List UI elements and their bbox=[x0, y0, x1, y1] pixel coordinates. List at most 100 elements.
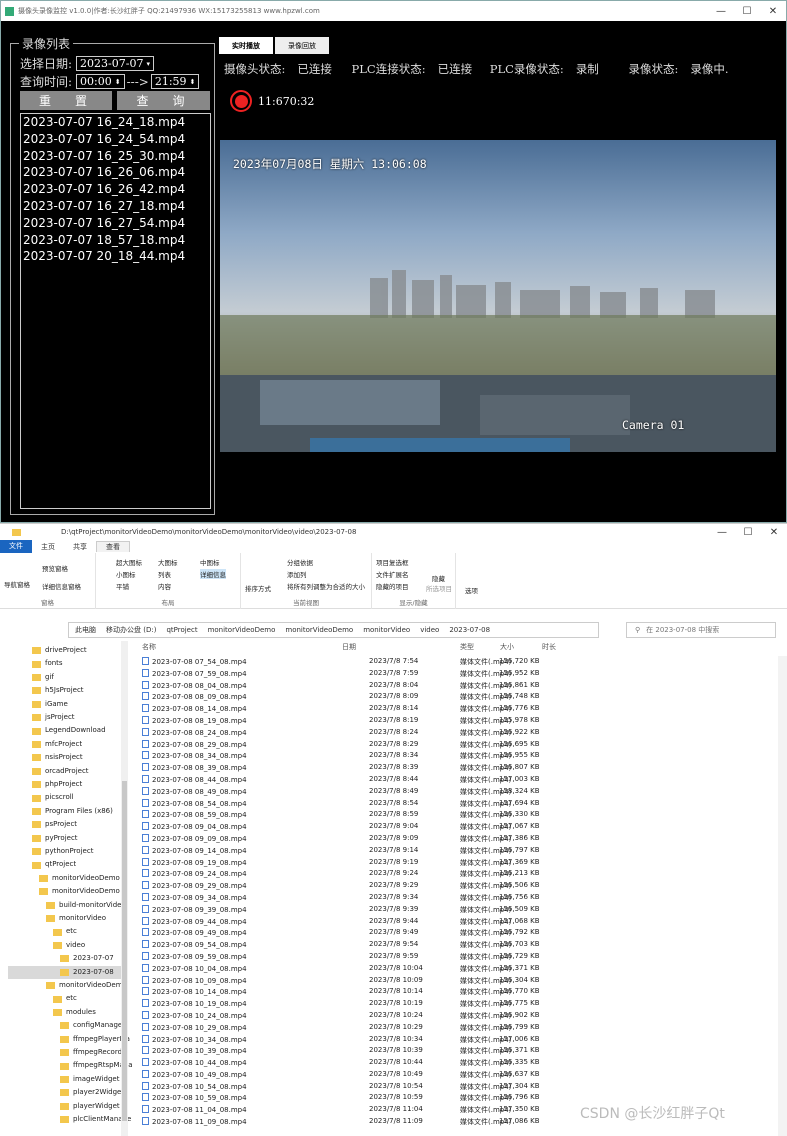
list-item[interactable]: 2023-07-07 20_18_44.mp4 bbox=[21, 248, 210, 265]
tree-item[interactable]: fonts bbox=[32, 657, 63, 670]
list-item[interactable]: 2023-07-07 16_26_42.mp4 bbox=[21, 181, 210, 198]
tab-view[interactable]: 查看 bbox=[96, 541, 130, 552]
tree-item[interactable]: pyProject bbox=[32, 832, 78, 845]
table-row[interactable]: 2023-07-08 07_59_08.mp4 2023/7/8 7:59 媒体文件… bbox=[138, 668, 778, 680]
item-checkbox-toggle[interactable]: 项目复选框 bbox=[376, 557, 409, 567]
tree-item[interactable]: etc bbox=[53, 925, 77, 938]
col-name[interactable]: 名称 bbox=[142, 642, 156, 652]
tree-item[interactable]: picscroll bbox=[32, 791, 74, 804]
tree-item[interactable]: video bbox=[53, 939, 85, 952]
time-from-input[interactable]: 00:00 ⬍ bbox=[76, 74, 125, 89]
tree-item[interactable]: monitorVideoDemo bbox=[46, 979, 127, 992]
table-row[interactable]: 2023-07-08 10_14_08.mp4 2023/7/8 10:14 媒体文… bbox=[138, 986, 778, 998]
table-row[interactable]: 2023-07-08 08_54_08.mp4 2023/7/8 8:54 媒体文件… bbox=[138, 798, 778, 810]
tree-item[interactable]: monitorVideo bbox=[46, 912, 106, 925]
table-row[interactable]: 2023-07-08 09_29_08.mp4 2023/7/8 9:29 媒体文件… bbox=[138, 880, 778, 892]
details-pane-button[interactable]: 详细信息窗格 bbox=[42, 581, 81, 591]
tree-item[interactable]: LegendDownload bbox=[32, 724, 106, 737]
tree-item[interactable]: nsisProject bbox=[32, 751, 83, 764]
table-row[interactable]: 2023-07-08 09_14_08.mp4 2023/7/8 9:14 媒体文件… bbox=[138, 845, 778, 857]
tab-file[interactable]: 文件 bbox=[0, 540, 32, 553]
table-row[interactable]: 2023-07-08 09_54_08.mp4 2023/7/8 9:54 媒体文件… bbox=[138, 939, 778, 951]
video-file-list[interactable]: 2023-07-07 16_24_18.mp4 2023-07-07 16_24_… bbox=[20, 113, 211, 509]
breadcrumb-item[interactable]: qtProject bbox=[166, 626, 197, 634]
tab-live[interactable]: 实时播放 bbox=[219, 37, 273, 54]
nav-scrollbar[interactable] bbox=[121, 641, 128, 1136]
tree-item[interactable]: orcadProject bbox=[32, 765, 89, 778]
extension-toggle[interactable]: 文件扩展名 bbox=[376, 569, 409, 579]
table-row[interactable]: 2023-07-08 10_04_08.mp4 2023/7/8 10:04 媒体文… bbox=[138, 963, 778, 975]
list-item[interactable]: 2023-07-07 16_24_54.mp4 bbox=[21, 131, 210, 148]
tree-item[interactable]: monitorVideoDemo bbox=[39, 885, 120, 898]
tab-home[interactable]: 主页 bbox=[32, 542, 64, 552]
breadcrumb-item[interactable]: video bbox=[420, 626, 439, 634]
maximize-icon[interactable]: ☐ bbox=[734, 6, 760, 17]
table-row[interactable]: 2023-07-08 09_04_08.mp4 2023/7/8 9:04 媒体文件… bbox=[138, 821, 778, 833]
large-icons-option[interactable]: 大图标 bbox=[158, 557, 178, 567]
close-icon[interactable]: ✕ bbox=[761, 527, 787, 538]
table-row[interactable]: 2023-07-08 08_14_08.mp4 2023/7/8 8:14 媒体文件… bbox=[138, 703, 778, 715]
list-item[interactable]: 2023-07-07 16_24_18.mp4 bbox=[21, 114, 210, 131]
tree-item[interactable]: imageWidget bbox=[60, 1073, 119, 1086]
list-item[interactable]: 2023-07-07 16_27_54.mp4 bbox=[21, 215, 210, 232]
tab-share[interactable]: 共享 bbox=[64, 542, 96, 552]
table-row[interactable]: 2023-07-08 10_09_08.mp4 2023/7/8 10:09 媒体文… bbox=[138, 975, 778, 987]
details-option[interactable]: 详细信息 bbox=[200, 569, 226, 579]
tree-item[interactable]: jsProject bbox=[32, 711, 75, 724]
search-input[interactable]: ⚲ 在 2023-07-08 中搜索 bbox=[626, 622, 776, 638]
tab-playback[interactable]: 录像回放 bbox=[275, 37, 329, 54]
table-row[interactable]: 2023-07-08 08_49_08.mp4 2023/7/8 8:49 媒体文件… bbox=[138, 786, 778, 798]
minimize-icon[interactable]: — bbox=[708, 6, 734, 17]
table-row[interactable]: 2023-07-08 08_24_08.mp4 2023/7/8 8:24 媒体文件… bbox=[138, 727, 778, 739]
col-size[interactable]: 大小 bbox=[500, 642, 514, 652]
table-row[interactable]: 2023-07-08 10_24_08.mp4 2023/7/8 10:24 媒体文… bbox=[138, 1010, 778, 1022]
tree-item[interactable]: gif bbox=[32, 671, 54, 684]
table-row[interactable]: 2023-07-08 09_34_08.mp4 2023/7/8 9:34 媒体文件… bbox=[138, 892, 778, 904]
table-row[interactable]: 2023-07-08 08_04_08.mp4 2023/7/8 8:04 媒体文件… bbox=[138, 680, 778, 692]
col-date[interactable]: 日期 bbox=[342, 642, 356, 652]
time-to-input[interactable]: 21:59 ⬍ bbox=[150, 74, 200, 89]
breadcrumb-item[interactable]: 2023-07-08 bbox=[449, 626, 490, 634]
list-item[interactable]: 2023-07-07 16_26_06.mp4 bbox=[21, 164, 210, 181]
table-row[interactable]: 2023-07-08 09_59_08.mp4 2023/7/8 9:59 媒体文件… bbox=[138, 951, 778, 963]
breadcrumb-item[interactable]: 移动办公盘 (D:) bbox=[106, 625, 156, 635]
tree-item[interactable]: Program Files (x86) bbox=[32, 805, 113, 818]
tree-item[interactable]: qtProject bbox=[32, 858, 76, 871]
navigation-tree[interactable]: driveProject fonts gif h5JsProject iGame jsPr… bbox=[0, 641, 133, 1136]
breadcrumb-item[interactable]: 此电脑 bbox=[75, 625, 96, 635]
nav-pane-button[interactable]: 导航窗格 bbox=[4, 579, 30, 589]
table-row[interactable]: 2023-07-08 09_09_08.mp4 2023/7/8 9:09 媒体文件… bbox=[138, 833, 778, 845]
table-row[interactable]: 2023-07-08 08_09_08.mp4 2023/7/8 8:09 媒体文件… bbox=[138, 691, 778, 703]
reset-button[interactable]: 重 置 bbox=[20, 91, 112, 110]
list-item[interactable]: 2023-07-07 16_27_18.mp4 bbox=[21, 198, 210, 215]
table-row[interactable]: 2023-07-08 08_34_08.mp4 2023/7/8 8:34 媒体文件… bbox=[138, 750, 778, 762]
table-row[interactable]: 2023-07-08 09_19_08.mp4 2023/7/8 9:19 媒体文件… bbox=[138, 857, 778, 869]
table-row[interactable]: 2023-07-08 08_29_08.mp4 2023/7/8 8:29 媒体文件… bbox=[138, 739, 778, 751]
hidden-items-toggle[interactable]: 隐藏的项目 bbox=[376, 581, 409, 591]
table-row[interactable]: 2023-07-08 08_59_08.mp4 2023/7/8 8:59 媒体文件… bbox=[138, 809, 778, 821]
tree-item[interactable]: h5JsProject bbox=[32, 684, 84, 697]
table-row[interactable]: 2023-07-08 10_54_08.mp4 2023/7/8 10:54 媒体文… bbox=[138, 1081, 778, 1093]
tree-item[interactable]: build-monitorVideo bbox=[46, 899, 126, 912]
breadcrumb-item[interactable]: monitorVideoDemo bbox=[285, 626, 353, 634]
table-row[interactable]: 2023-07-08 10_44_08.mp4 2023/7/8 10:44 媒体文… bbox=[138, 1057, 778, 1069]
group-by-button[interactable]: 分组依据 bbox=[287, 557, 313, 567]
close-icon[interactable]: ✕ bbox=[760, 6, 786, 17]
list-item[interactable]: 2023-07-07 18_57_18.mp4 bbox=[21, 232, 210, 249]
table-row[interactable]: 2023-07-08 08_39_08.mp4 2023/7/8 8:39 媒体文件… bbox=[138, 762, 778, 774]
tree-item[interactable]: monitorVideoDemo bbox=[39, 872, 120, 885]
breadcrumb-item[interactable]: monitorVideo bbox=[363, 626, 410, 634]
table-row[interactable]: 2023-07-08 09_49_08.mp4 2023/7/8 9:49 媒体文件… bbox=[138, 927, 778, 939]
tree-item[interactable]: 2023-07-07 bbox=[60, 952, 114, 965]
tree-item[interactable]: phpProject bbox=[32, 778, 82, 791]
content-option[interactable]: 内容 bbox=[158, 581, 171, 591]
table-row[interactable]: 2023-07-08 10_49_08.mp4 2023/7/8 10:49 媒体文… bbox=[138, 1069, 778, 1081]
file-scrollbar[interactable] bbox=[778, 656, 787, 1136]
table-row[interactable]: 2023-07-08 09_39_08.mp4 2023/7/8 9:39 媒体文件… bbox=[138, 904, 778, 916]
tree-item[interactable]: ffmpegRecordM bbox=[60, 1046, 128, 1059]
tree-item[interactable]: pythonProject bbox=[32, 845, 93, 858]
breadcrumb-item[interactable]: monitorVideoDemo bbox=[208, 626, 276, 634]
tree-item[interactable]: modules bbox=[53, 1006, 96, 1019]
col-duration[interactable]: 时长 bbox=[542, 642, 556, 652]
sort-button[interactable]: 排序方式 bbox=[245, 583, 271, 593]
